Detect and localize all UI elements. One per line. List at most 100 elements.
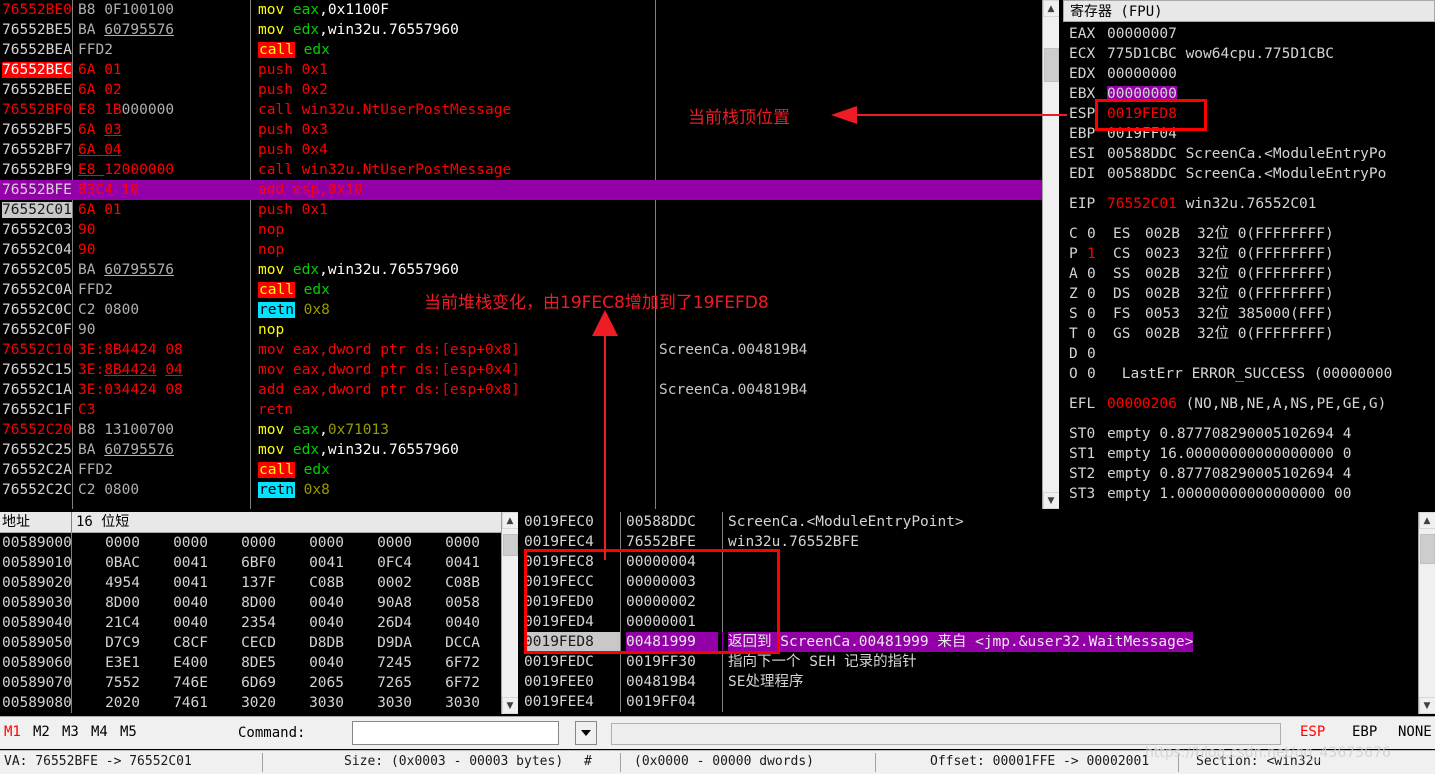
register-row-eip[interactable]: EIP 76552C01 win32u.76552C01 [1069,194,1435,214]
disassembly-row[interactable]: 76552C10 3E:8B4424 08 mov eax,dword ptr ds… [0,340,1059,360]
flag-value[interactable]: 1 [1087,244,1113,264]
dump-cell[interactable]: 0000 [284,533,344,553]
dump-cell[interactable]: 7552 [80,673,140,693]
flag-row-c[interactable]: C 0 ES 002B 32位 0(FFFFFFFF) [1069,224,1435,244]
fpu-value[interactable]: 0.877708290005102694 4 [1159,426,1351,442]
fpu-value[interactable]: 1.00000000000000000 00 [1159,486,1351,502]
dump-row[interactable]: 00589010 0BAC 0041 6BF0 0041 0FC4 0041 [0,553,501,573]
dump-cell[interactable]: 137F [216,573,276,593]
dump-cell[interactable]: 0041 [284,553,344,573]
dump-row[interactable]: 00589020 4954 0041 137F C08B 0002 C08B [0,573,501,593]
register-follow-button-esp[interactable]: ESP [1300,724,1325,740]
disassembly-row[interactable]: 76552C0F 90 nop [0,320,1059,340]
disassembly-row[interactable]: 76552C01 6A 01 push 0x1 [0,200,1059,220]
register-follow-button-none[interactable]: NONE [1398,724,1432,740]
disassembly-row[interactable]: 76552BFE 83C4 10 add esp,0x10 [0,180,1059,200]
dump-cell[interactable]: 0FC4 [352,553,412,573]
dump-cell[interactable]: C08B [284,573,344,593]
secondary-input[interactable] [611,723,1281,745]
dump-cell[interactable]: 7245 [352,653,412,673]
register-row-ebp[interactable]: EBP 0019FF04 [1069,124,1435,144]
register-row-efl[interactable]: EFL 00000206 (NO,NB,NE,A,NS,PE,GE,G) [1069,394,1435,414]
register-row-ebx[interactable]: EBX 00000000 [1069,84,1435,104]
dump-cell[interactable]: 0000 [216,533,276,553]
memory-button-m2[interactable]: M2 [33,724,50,740]
register-follow-button-ebp[interactable]: EBP [1352,724,1377,740]
disassembly-row[interactable]: 76552C15 3E:8B4424 04 mov eax,dword ptr ds… [0,360,1059,380]
dump-row[interactable]: 00589040 21C4 0040 2354 0040 26D4 0040 [0,613,501,633]
flag-value[interactable]: 0 [1087,264,1113,284]
segment-value[interactable]: 002B [1145,324,1197,344]
disassembly-row[interactable]: 76552BF5 6A 03 push 0x3 [0,120,1059,140]
dump-cell[interactable]: C8CF [148,633,208,653]
stack-row[interactable]: 0019FEE0 004819B4 SE处理程序 [520,672,1418,692]
dump-cell[interactable]: 0041 [420,553,480,573]
stack-panel[interactable]: 0019FEC0 00588DDC ScreenCa.<ModuleEntryPoi… [520,512,1435,714]
fpu-row-st3[interactable]: ST3 empty 1.00000000000000000 00 [1069,484,1435,504]
stack-value[interactable]: 0019FF04 [626,692,718,712]
dump-cell[interactable]: 0002 [352,573,412,593]
dump-cell[interactable]: CECD [216,633,276,653]
register-value[interactable]: 00588DDC [1107,166,1177,182]
disassembly-row[interactable]: 76552C25 BA 60795576 mov edx,win32u.765579… [0,440,1059,460]
dump-cell[interactable]: 8DE5 [216,653,276,673]
disassembly-row[interactable]: 76552BF7 6A 04 push 0x4 [0,140,1059,160]
fpu-value[interactable]: 16.00000000000000000 0 [1159,446,1351,462]
stack-value[interactable]: 00481999 [626,632,718,652]
fpu-row-st1[interactable]: ST1 empty 16.00000000000000000 0 [1069,444,1435,464]
register-value[interactable]: 0019FF04 [1107,126,1177,142]
memory-button-m3[interactable]: M3 [62,724,79,740]
command-input[interactable] [352,721,559,745]
dump-cell[interactable]: 0000 [80,533,140,553]
flag-value[interactable]: 0 [1087,324,1113,344]
dump-cell[interactable]: 0040 [148,593,208,613]
fpu-row-st0[interactable]: ST0 empty 0.877708290005102694 4 [1069,424,1435,444]
disasm-scrollbar[interactable]: ▲ ▼ [1042,0,1059,509]
disassembly-row[interactable]: 76552BEE 6A 02 push 0x2 [0,80,1059,100]
stack-row[interactable]: 0019FEC8 00000004 [520,552,1418,572]
stack-value[interactable]: 00000002 [626,592,718,612]
scroll-thumb[interactable] [503,534,518,556]
dump-cell[interactable]: 3030 [420,693,480,713]
dump-cell[interactable]: 6F72 [420,653,480,673]
dump-cell[interactable]: 7461 [148,693,208,713]
stack-value[interactable]: 00588DDC [626,512,718,532]
memory-button-m4[interactable]: M4 [91,724,108,740]
register-value[interactable]: 00000000 [1107,66,1177,82]
disassembly-row[interactable]: 76552C20 B8 13100700 mov eax,0x71013 [0,420,1059,440]
disassembly-row[interactable]: 76552BE0 B8 0F100100 mov eax,0x1100F [0,0,1059,20]
dump-cell[interactable]: 2065 [284,673,344,693]
dump-cell[interactable]: C08B [420,573,480,593]
fpu-row-st2[interactable]: ST2 empty 0.877708290005102694 4 [1069,464,1435,484]
dump-cell[interactable]: D9DA [352,633,412,653]
stack-row[interactable]: 0019FEE4 0019FF04 [520,692,1418,712]
register-value[interactable]: 76552C01 [1107,196,1177,212]
stack-value[interactable]: 00000001 [626,612,718,632]
stack-value[interactable]: 76552BFE [626,532,718,552]
dump-cell[interactable]: 90A8 [352,593,412,613]
dump-scrollbar[interactable]: ▲ ▼ [501,512,518,714]
register-value[interactable]: 0019FED8 [1107,106,1177,122]
disassembly-row[interactable]: 76552BF0 E8 1B000000 call win32u.NtUserPos… [0,100,1059,120]
memory-dump-panel[interactable]: 地址 16 位短 00589000 0000 0000 0000 0000 0000 000… [0,512,518,714]
stack-value[interactable]: 00000003 [626,572,718,592]
flag-row-s[interactable]: S 0 FS 0053 32位 385000(FFF) [1069,304,1435,324]
dump-cell[interactable]: 7265 [352,673,412,693]
dump-cell[interactable]: 0000 [148,533,208,553]
dump-row[interactable]: 00589000 0000 0000 0000 0000 0000 0000 [0,533,501,553]
dump-cell[interactable]: 3030 [352,693,412,713]
disassembly-row[interactable]: 76552C2A FFD2 call edx [0,460,1059,480]
dump-cell[interactable]: 0040 [284,653,344,673]
dump-row[interactable]: 00589050 D7C9 C8CF CECD D8DB D9DA DCCA [0,633,501,653]
command-dropdown-button[interactable] [575,721,597,745]
register-row-esi[interactable]: ESI 00588DDC ScreenCa.<ModuleEntryPo [1069,144,1435,164]
scroll-up-icon[interactable]: ▲ [1042,0,1059,17]
stack-row[interactable]: 0019FEC4 76552BFE win32u.76552BFE [520,532,1418,552]
register-value[interactable]: 775D1CBC [1107,46,1177,62]
flag-row-t[interactable]: T 0 GS 002B 32位 0(FFFFFFFF) [1069,324,1435,344]
scroll-up-icon[interactable]: ▲ [501,512,518,529]
disassembly-row[interactable]: 76552C03 90 nop [0,220,1059,240]
dump-cell[interactable]: 6BF0 [216,553,276,573]
flag-value[interactable]: 0 [1087,344,1113,364]
dump-cell[interactable]: 26D4 [352,613,412,633]
